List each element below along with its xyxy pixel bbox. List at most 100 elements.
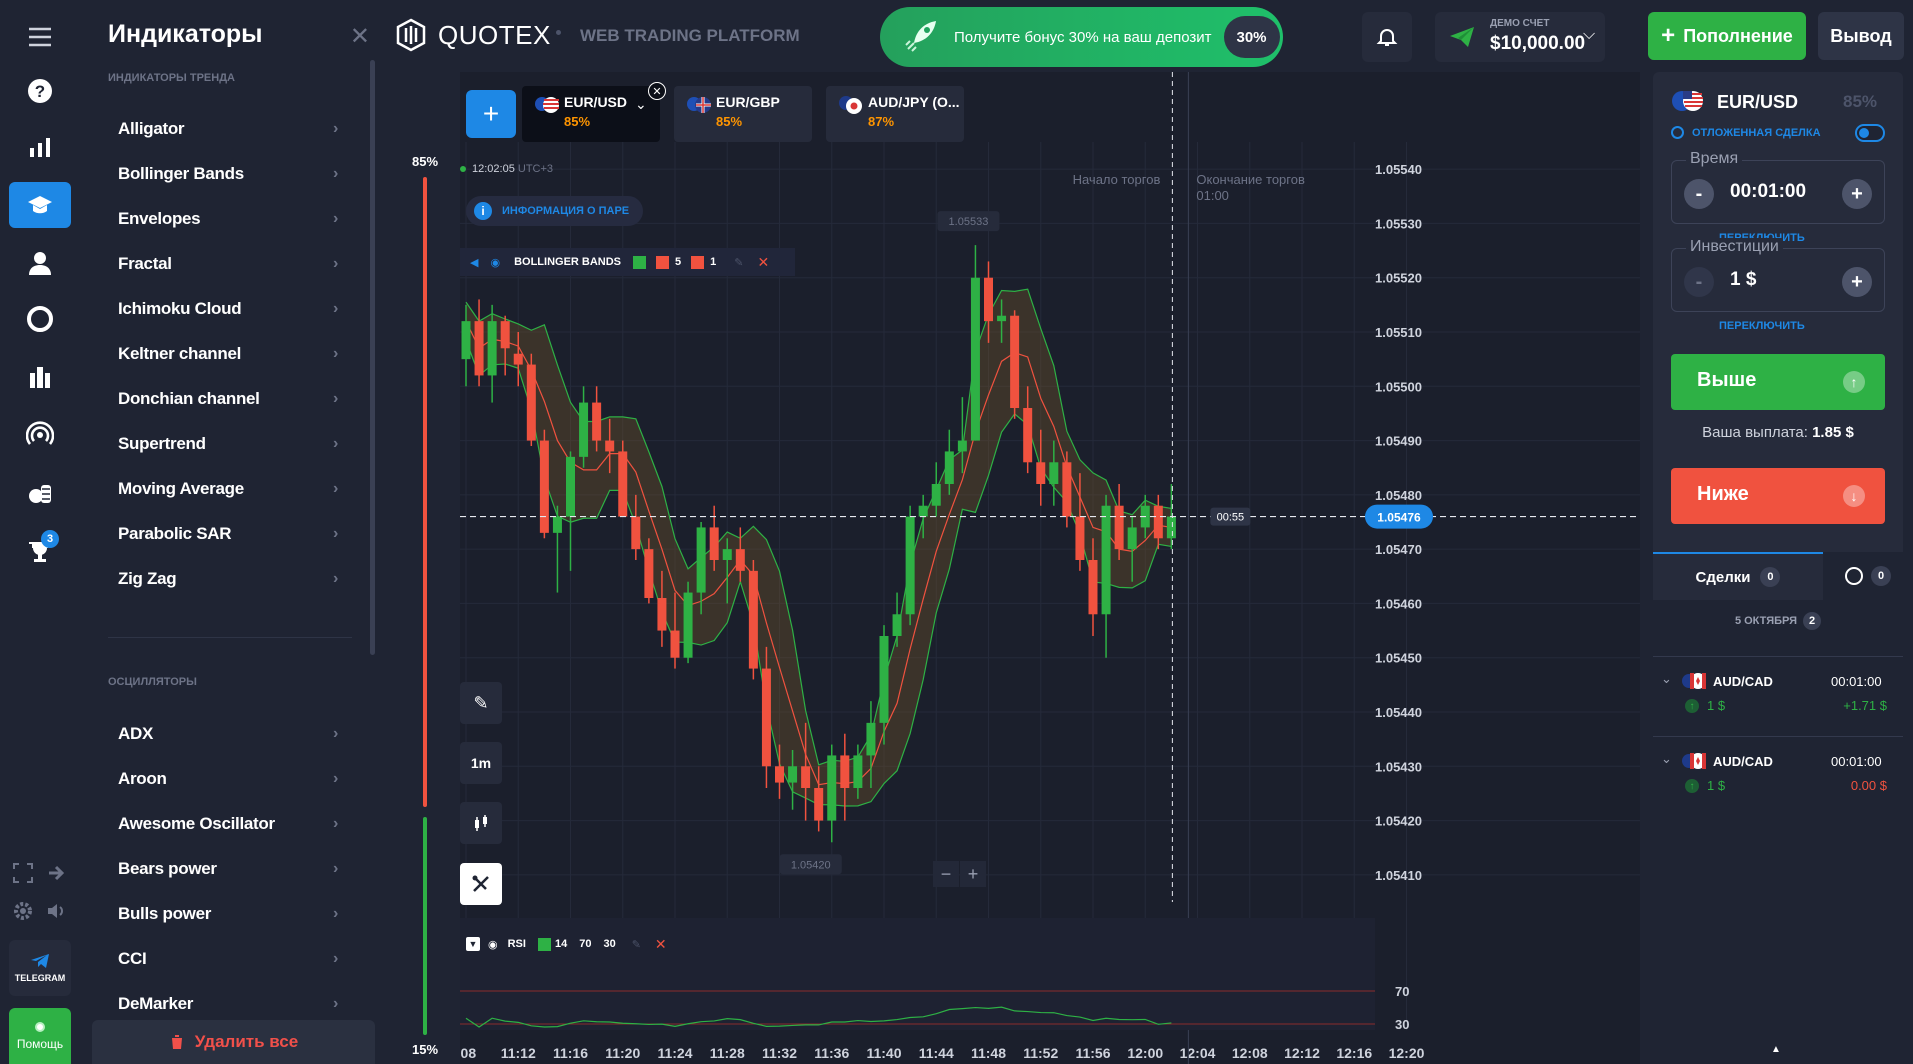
history-tab[interactable]: 0 xyxy=(1833,552,1903,600)
bb-color-swatch[interactable] xyxy=(691,255,705,269)
candle[interactable] xyxy=(1036,462,1046,484)
close-icon[interactable]: ✕ xyxy=(350,22,370,51)
timeframe-button[interactable]: 1m xyxy=(460,742,502,784)
candle[interactable] xyxy=(1166,516,1176,539)
candle[interactable] xyxy=(892,614,902,636)
indicator-item[interactable]: Bollinger Bands › xyxy=(118,156,348,192)
investment-decrease-button[interactable]: - xyxy=(1684,267,1714,297)
delete-all-button[interactable]: Удалить все xyxy=(92,1020,375,1064)
oscillator-item[interactable]: Bulls power › xyxy=(118,896,348,932)
pair-info-button[interactable]: i ИНФОРМАЦИЯ О ПАРЕ xyxy=(466,196,644,226)
telegram-button[interactable]: TELEGRAM xyxy=(9,940,71,996)
candle[interactable] xyxy=(853,755,863,788)
promo-banner[interactable]: Получите бонус 30% на ваш депозит 30% xyxy=(880,7,1283,67)
trades-tab[interactable]: Сделки 0 xyxy=(1653,552,1823,600)
menu-icon[interactable] xyxy=(9,14,71,60)
candle[interactable] xyxy=(1023,408,1033,463)
trade-row[interactable]: ⌄ AUD/CAD 00:01:00 ↑ 1 $ +1.71 $ xyxy=(1653,656,1903,734)
bb-color-swatch[interactable] xyxy=(633,255,647,269)
candle[interactable] xyxy=(631,516,641,550)
indicator-item[interactable]: Supertrend › xyxy=(118,426,348,462)
asset-tab[interactable]: EUR/USD 85% ⌄ ✕ xyxy=(522,82,666,142)
notifications-button[interactable] xyxy=(1362,12,1412,62)
candle[interactable] xyxy=(788,766,798,783)
candle[interactable] xyxy=(918,505,928,517)
market-icon[interactable] xyxy=(9,354,71,400)
candle[interactable] xyxy=(1062,462,1072,517)
caret-up-icon[interactable]: ▲ xyxy=(1771,1044,1781,1055)
candle[interactable] xyxy=(1101,505,1111,615)
candle[interactable] xyxy=(984,277,993,322)
candle[interactable] xyxy=(1049,462,1059,484)
candle[interactable] xyxy=(814,788,824,821)
candle[interactable] xyxy=(487,321,497,376)
edit-icon[interactable]: ✎ xyxy=(632,938,641,951)
indicator-item[interactable]: Envelopes › xyxy=(118,201,348,237)
refresh-circle-icon[interactable] xyxy=(9,296,71,342)
candle[interactable] xyxy=(722,549,732,560)
education-icon[interactable] xyxy=(9,182,71,228)
indicator-item[interactable]: Keltner channel › xyxy=(118,336,348,372)
collapse-icon[interactable]: ◀ xyxy=(470,256,478,269)
candle[interactable] xyxy=(579,402,589,457)
eye-icon[interactable]: ◉ xyxy=(488,938,498,951)
logout-icon[interactable] xyxy=(46,862,68,884)
zoom-out-button[interactable]: − xyxy=(933,861,959,887)
candle[interactable] xyxy=(957,440,967,452)
candle[interactable] xyxy=(566,456,575,517)
candle[interactable] xyxy=(657,598,667,631)
trade-row[interactable]: ⌄ AUD/CAD 00:01:00 ↑ 1 $ 0.00 $ xyxy=(1653,736,1903,814)
eye-icon[interactable]: ◉ xyxy=(490,256,500,269)
candle[interactable] xyxy=(761,668,771,767)
chart-area[interactable]: 1.05540 1.05530 1.05520 1.05510 1.05500 1.054… xyxy=(412,72,1640,1064)
candle[interactable] xyxy=(592,402,602,441)
zoom-in-button[interactable]: + xyxy=(960,861,986,887)
investment-increase-button[interactable]: + xyxy=(1842,267,1872,297)
candle[interactable] xyxy=(866,722,876,756)
time-value[interactable]: 00:01:00 xyxy=(1730,181,1806,203)
close-tab-icon[interactable]: ✕ xyxy=(648,82,666,100)
candle[interactable] xyxy=(1114,505,1124,550)
indicator-item[interactable]: Ichimoku Cloud › xyxy=(118,291,348,327)
collapse-icon[interactable]: ▼ xyxy=(466,937,480,951)
asset-tab[interactable]: AUD/JPY (O... 87% xyxy=(826,86,964,142)
withdraw-button[interactable]: Вывод xyxy=(1818,12,1904,60)
candle[interactable] xyxy=(618,451,628,517)
candle[interactable] xyxy=(1010,315,1020,408)
investment-value[interactable]: 1 $ xyxy=(1730,269,1756,291)
candle[interactable] xyxy=(970,277,980,441)
user-icon[interactable] xyxy=(9,240,71,286)
candle[interactable] xyxy=(526,364,536,441)
indicator-item[interactable]: Moving Average › xyxy=(118,471,348,507)
edit-icon[interactable]: ✎ xyxy=(734,256,743,269)
chart-bars-icon[interactable] xyxy=(9,124,71,170)
indicator-item[interactable]: Donchian channel › xyxy=(118,381,348,417)
time-decrease-button[interactable]: - xyxy=(1684,179,1714,209)
asset-tab[interactable]: EUR/GBP 85% xyxy=(674,86,812,142)
candle[interactable] xyxy=(709,527,719,560)
scrollbar[interactable] xyxy=(370,60,375,655)
candle[interactable] xyxy=(748,570,758,669)
coins-icon[interactable] xyxy=(9,470,71,516)
candle[interactable] xyxy=(500,321,510,349)
candle[interactable] xyxy=(735,549,745,571)
time-increase-button[interactable]: + xyxy=(1842,179,1872,209)
pending-toggle[interactable] xyxy=(1855,124,1885,142)
account-selector[interactable]: ДЕМО СЧЕТ $10,000.00 ⌵ xyxy=(1435,12,1605,62)
sell-down-button[interactable]: Ниже ↓ xyxy=(1671,468,1885,524)
indicator-item[interactable]: Alligator › xyxy=(118,111,348,147)
trophy-icon[interactable]: 3 xyxy=(9,528,71,574)
fullscreen-icon[interactable] xyxy=(12,862,34,884)
candle[interactable] xyxy=(931,484,941,506)
indicator-item[interactable]: Zig Zag › xyxy=(118,561,348,597)
candle[interactable] xyxy=(827,755,837,821)
oscillator-item[interactable]: ADX › xyxy=(118,716,348,752)
candle[interactable] xyxy=(905,516,915,615)
candle[interactable] xyxy=(879,636,889,723)
oscillator-item[interactable]: Bears power › xyxy=(118,851,348,887)
chart-type-button[interactable] xyxy=(460,802,502,844)
candle[interactable] xyxy=(474,321,484,376)
indicator-item[interactable]: Fractal › xyxy=(118,246,348,282)
draw-tool-button[interactable]: ✎ xyxy=(460,682,502,724)
chevron-down-icon[interactable]: ⌄ xyxy=(635,96,647,113)
